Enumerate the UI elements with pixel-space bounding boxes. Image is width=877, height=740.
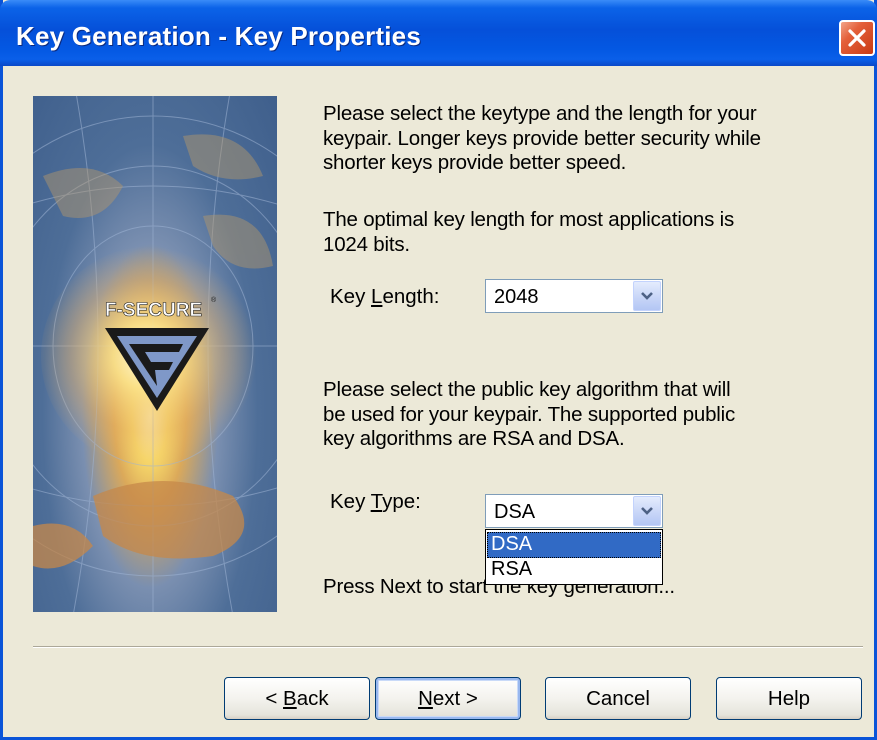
algorithm-line-3: key algorithms are RSA and DSA. — [323, 427, 625, 450]
close-button[interactable] — [839, 20, 875, 56]
algorithm-text: Please select the public key algorithm t… — [323, 378, 735, 452]
back-button[interactable]: < Back — [224, 677, 370, 720]
registered-mark: ® — [211, 296, 217, 304]
chevron-down-icon — [641, 292, 653, 300]
key-length-value: 2048 — [494, 286, 539, 308]
chevron-down-icon — [641, 507, 653, 515]
algorithm-line-2: be used for your keypair. The supported … — [323, 402, 736, 426]
window-title: Key Generation - Key Properties — [16, 21, 421, 51]
optimal-line-1: The optimal key length for most applicat… — [323, 208, 735, 231]
optimal-length-text: The optimal key length for most applicat… — [323, 208, 734, 257]
key-generation-dialog: Key Generation - Key Properties F-SECURE… — [0, 0, 877, 740]
intro-line-3: shorter keys provide better speed. — [323, 151, 627, 174]
intro-line-1: Please select the keytype and the length… — [323, 102, 757, 125]
key-type-dropdown-list[interactable]: DSA RSA — [485, 529, 663, 585]
close-icon — [848, 29, 866, 47]
key-type-select[interactable]: DSA — [485, 494, 663, 528]
optimal-line-2: 1024 bits. — [323, 232, 410, 256]
title-bar[interactable]: Key Generation - Key Properties — [0, 0, 877, 66]
key-length-label: Key Length: — [330, 285, 440, 308]
intro-text: Please select the keytype and the length… — [323, 102, 761, 176]
cancel-button[interactable]: Cancel — [545, 677, 691, 720]
key-type-dropdown-button[interactable] — [633, 496, 661, 526]
help-button[interactable]: Help — [716, 677, 862, 720]
footer-separator — [33, 646, 863, 648]
f-secure-banner-image: F-SECURE ® — [33, 96, 277, 612]
algorithm-line-1: Please select the public key algorithm t… — [323, 378, 731, 401]
key-length-dropdown-button[interactable] — [633, 281, 661, 311]
key-type-option-rsa[interactable]: RSA — [487, 557, 661, 583]
key-type-value: DSA — [494, 501, 536, 523]
key-type-option-dsa[interactable]: DSA — [487, 532, 661, 558]
key-length-select[interactable]: 2048 — [485, 279, 663, 313]
next-button[interactable]: Next > — [375, 677, 521, 720]
key-type-label: Key Type: — [330, 490, 421, 513]
intro-line-2: keypair. Longer keys provide better secu… — [323, 126, 761, 150]
banner-logo-text: F-SECURE — [105, 300, 202, 321]
